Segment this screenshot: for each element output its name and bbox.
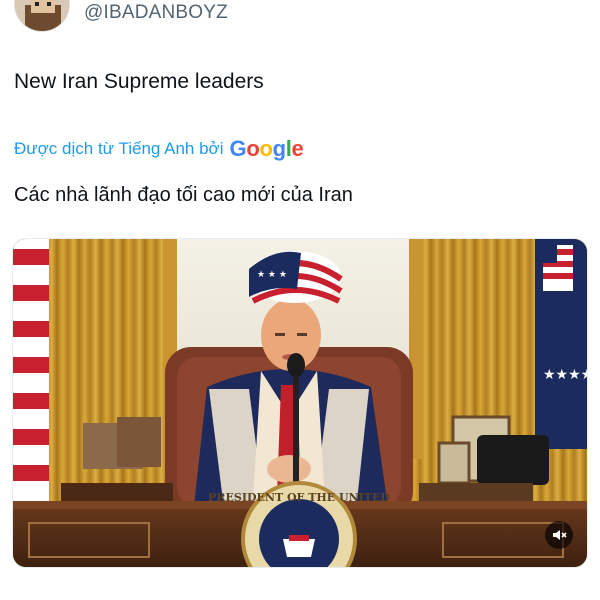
us-flag-left [13,239,49,501]
translation-attribution[interactable]: Được dịch từ Tiếng Anh bởi Google [14,134,304,164]
tweet-text: New Iran Supreme leaders [14,70,264,93]
avatar[interactable] [14,0,70,32]
svg-text:★ ★ ★: ★ ★ ★ [257,270,287,280]
translation-label[interactable]: Được dịch từ Tiếng Anh bởi [14,139,224,159]
translated-text: Các nhà lãnh đạo tối cao mới của Iran [14,184,353,206]
avatar-icon [15,0,69,31]
flag-turban: ★ ★ ★ [249,251,343,304]
oval-office-image: ★★★ ★ ★ ★ PRESIDENT OF THE UNITED [13,239,588,567]
google-logo: Google [229,136,304,161]
tweet-page: @IBADANBOYZ New Iran Supreme leaders Đượ… [0,0,600,600]
presidential-flag-right: ★★★★ [535,239,588,449]
speaker-muted-icon [553,530,567,540]
svg-text:★★★★: ★★★★ [543,367,588,383]
seal-text: PRESIDENT OF THE UNITED [208,491,390,504]
tweet-media-image[interactable]: ★★★ ★ ★ ★ PRESIDENT OF THE UNITED [12,238,588,568]
author-handle[interactable]: @IBADANBOYZ [84,2,228,24]
mute-button[interactable] [545,521,573,549]
tweet-header: @IBADANBOYZ [0,0,600,36]
